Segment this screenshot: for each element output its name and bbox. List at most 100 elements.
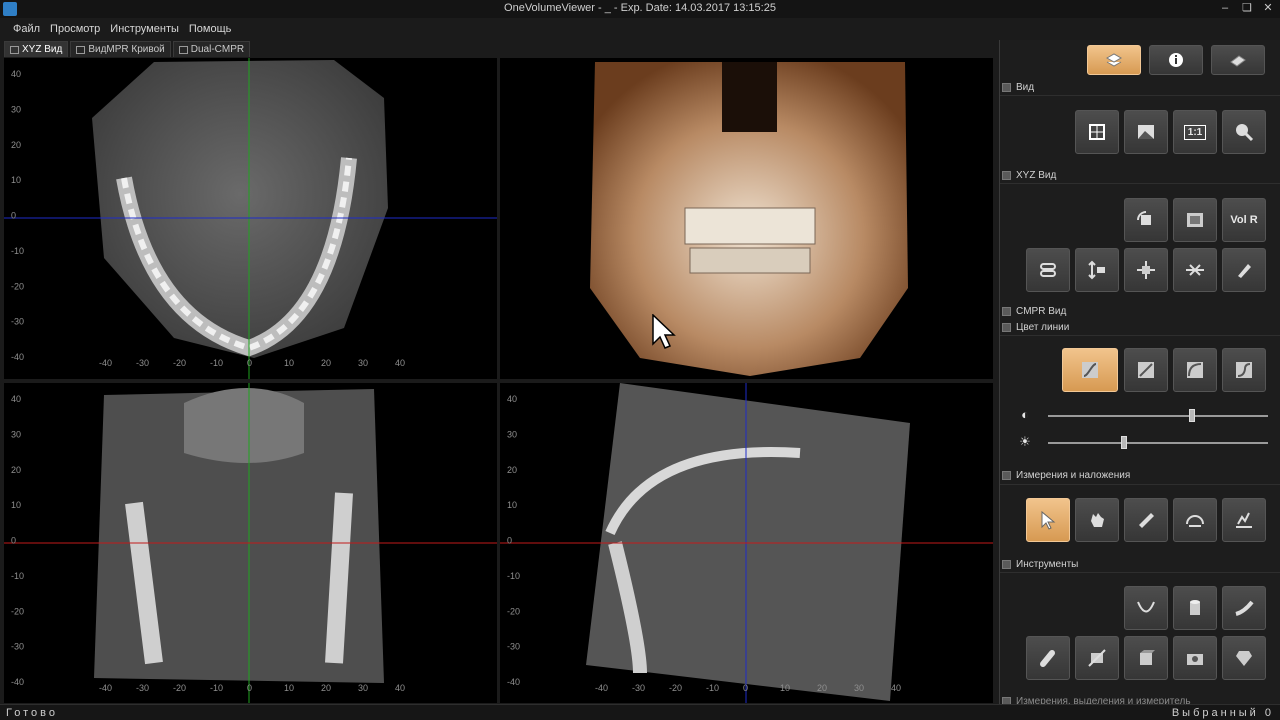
axis-tick-label: 0 — [743, 683, 748, 693]
align-button[interactable] — [1173, 248, 1217, 292]
color-curve-linear-button[interactable] — [1124, 348, 1168, 392]
axis-tick-label: -30 — [136, 358, 149, 368]
section-toggle[interactable] — [1002, 83, 1011, 92]
viewport-coronal[interactable]: 40 30 20 10 0 -10 -20 -30 -40 -40 -30 -20 -10 0 10 20 3… — [4, 383, 497, 703]
axis-tick-label: 40 — [395, 683, 405, 693]
window-title: OneVolumeViewer - _ - Exp. Date: 14.03.2… — [504, 2, 776, 14]
axis-tick-label: 40 — [507, 394, 517, 404]
divider — [1000, 95, 1280, 96]
arch-curve-button[interactable] — [1124, 586, 1168, 630]
section-line-color-header[interactable]: Цвет линии — [1002, 322, 1069, 333]
color-curve-step-button[interactable] — [1222, 348, 1266, 392]
minimize-button[interactable]: – — [1216, 1, 1234, 16]
axis-tick-label: 30 — [854, 683, 864, 693]
volr-button[interactable]: Vol R — [1222, 198, 1266, 242]
slider-track — [1048, 415, 1268, 417]
axis-tick-label: -20 — [669, 683, 682, 693]
rotate-volume-button[interactable] — [1124, 198, 1168, 242]
slice-move-icon — [1088, 260, 1105, 280]
menu-tools[interactable]: Инструменты — [105, 20, 184, 40]
eraser-button[interactable] — [1211, 45, 1265, 75]
section-toggle[interactable] — [1002, 323, 1011, 332]
box-icon — [1140, 650, 1155, 665]
zoom-button[interactable] — [1222, 110, 1266, 154]
layout-button[interactable] — [1075, 110, 1119, 154]
close-button[interactable]: ✕ — [1259, 1, 1277, 16]
slice-move-button[interactable] — [1075, 248, 1119, 292]
profile-tool-button[interactable] — [1222, 498, 1266, 542]
profile-icon — [1236, 512, 1252, 528]
angle-tool-button[interactable] — [1173, 498, 1217, 542]
contrast-slider[interactable]: ◐ — [1018, 408, 1268, 423]
volume-render-image — [590, 62, 908, 376]
section-tools-header[interactable]: Инструменты — [1002, 559, 1078, 570]
section-measurements-header[interactable]: Измерения и наложения — [1002, 470, 1130, 481]
color-curve-log-button[interactable] — [1173, 348, 1217, 392]
scale-1to1-button[interactable]: 1:1 — [1173, 110, 1217, 154]
axis-tick-label: -20 — [173, 358, 186, 368]
curve-log-icon — [1187, 362, 1203, 378]
axis-tick-label: 30 — [11, 104, 21, 114]
color-curve-s-button[interactable] — [1062, 348, 1118, 392]
viewport-axial[interactable]: 40 30 20 10 0 -10 -20 -30 -40 -40 -30 -20 -10 0 10 20 3… — [4, 58, 497, 379]
hand-tool-button[interactable] — [1075, 498, 1119, 542]
axial-slice-image: 40 30 20 10 0 -10 -20 -30 -40 -40 -30 -20 -10 0 10 20 3… — [4, 58, 497, 379]
info-icon — [1169, 53, 1183, 67]
rotate-icon — [1137, 211, 1151, 225]
tab-xyz-view[interactable]: XYZ Вид — [4, 41, 69, 57]
hand-icon — [1091, 513, 1104, 527]
axis-tick-label: 10 — [507, 500, 517, 510]
tab-dual-cmpr[interactable]: Dual-CMPR — [172, 41, 251, 57]
viewport-3d[interactable] — [500, 58, 993, 379]
slider-thumb[interactable] — [1120, 436, 1127, 449]
pan-button[interactable] — [1124, 248, 1168, 292]
section-toggle[interactable] — [1002, 471, 1011, 480]
volume-crop-button[interactable] — [1075, 636, 1119, 680]
menu-view[interactable]: Просмотр — [45, 20, 105, 40]
axis-tick-label: -30 — [11, 642, 24, 652]
tab-mpr-curve[interactable]: ВидMPR Кривой — [70, 41, 171, 57]
layers-button[interactable] — [1087, 45, 1141, 75]
axis-tick-label: -20 — [173, 683, 186, 693]
implant-button[interactable] — [1026, 636, 1070, 680]
section-toggle[interactable] — [1002, 560, 1011, 569]
image-button[interactable] — [1124, 110, 1168, 154]
slider-thumb[interactable] — [1189, 409, 1196, 422]
nerve-button[interactable] — [1222, 586, 1266, 630]
axis-tick-label: 10 — [780, 683, 790, 693]
coronal-slice-image: 40 30 20 10 0 -10 -20 -30 -40 -40 -30 -20 -10 0 10 20 3… — [4, 383, 497, 703]
axis-tick-label: -10 — [706, 683, 719, 693]
ruler-tool-button[interactable] — [1124, 498, 1168, 542]
axis-tick-label: 0 — [247, 683, 252, 693]
axis-tick-label: 10 — [11, 500, 21, 510]
maximize-button[interactable]: ❏ — [1238, 1, 1256, 16]
menu-help[interactable]: Помощь — [184, 20, 237, 40]
section-toggle[interactable] — [1002, 171, 1011, 180]
axis-tick-label: 20 — [11, 140, 21, 150]
menu-file[interactable]: Файл — [8, 20, 45, 40]
paint-button[interactable] — [1222, 248, 1266, 292]
film-button[interactable] — [1173, 198, 1217, 242]
section-label: CMPR Вид — [1016, 306, 1067, 317]
tab-label: XYZ Вид — [22, 44, 63, 55]
section-cmpr-header[interactable]: CMPR Вид — [1002, 306, 1066, 317]
axis-tick-label: 0 — [11, 536, 16, 546]
viewport-sagittal[interactable]: 40 30 20 10 0 -10 -20 -30 -40 -40 -30 -20 -10 0 10 20 3… — [500, 383, 993, 703]
layers-icon — [1105, 53, 1123, 67]
cylinder-button[interactable] — [1173, 586, 1217, 630]
ruler-icon — [1139, 513, 1154, 528]
section-xyz-header[interactable]: XYZ Вид — [1002, 170, 1056, 181]
snapshot-button[interactable] — [1222, 636, 1266, 680]
sagittal-slice-image: 40 30 20 10 0 -10 -20 -30 -40 -40 -30 -20 -10 0 10 20 3… — [500, 383, 993, 703]
axis-tick-label: 0 — [247, 358, 252, 368]
axis-tick-label: -10 — [11, 571, 24, 581]
link-button[interactable] — [1026, 248, 1070, 292]
section-toggle[interactable] — [1002, 307, 1011, 316]
info-button[interactable] — [1149, 45, 1203, 75]
box-button[interactable] — [1124, 636, 1168, 680]
section-view-header[interactable]: Вид — [1002, 82, 1034, 93]
brightness-slider[interactable]: ☀ — [1018, 435, 1268, 450]
camera-button[interactable] — [1173, 636, 1217, 680]
pointer-tool-button[interactable] — [1026, 498, 1070, 542]
title-bar: OneVolumeViewer - _ - Exp. Date: 14.03.2… — [0, 0, 1280, 18]
